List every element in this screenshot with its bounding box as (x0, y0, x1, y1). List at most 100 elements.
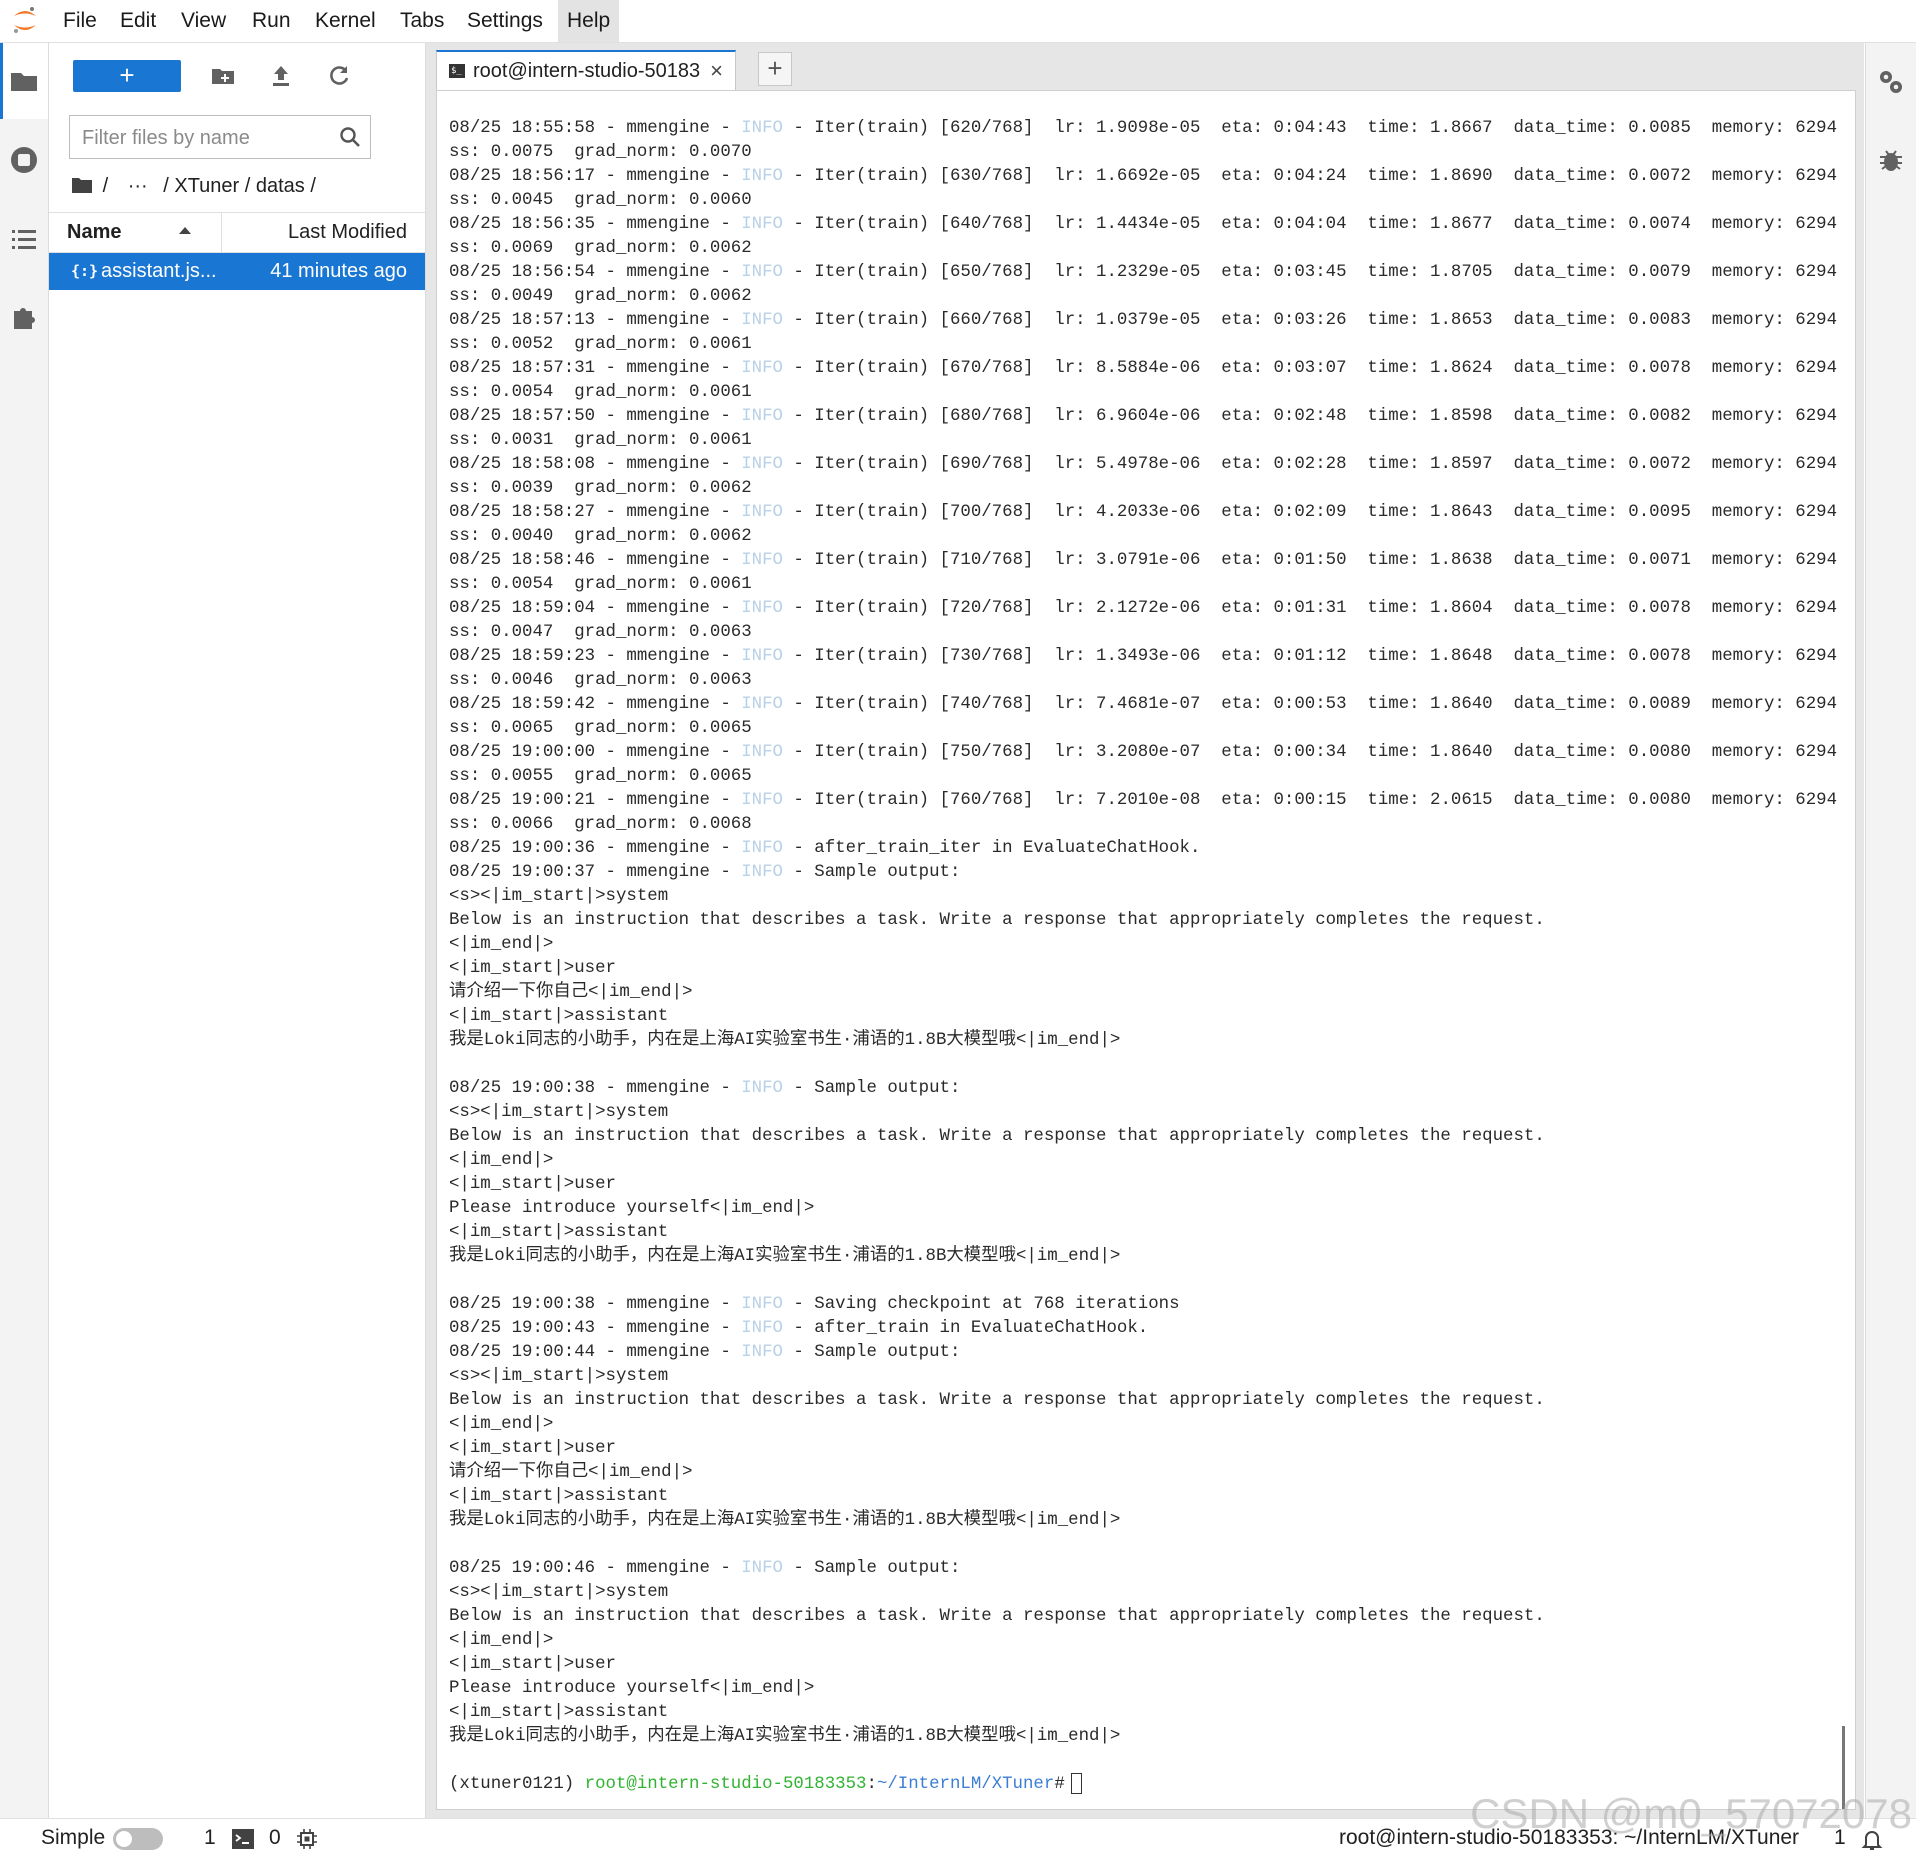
terminal-line: Please introduce yourself<|im_end|> (449, 1197, 1844, 1221)
extension-icon[interactable] (8, 301, 40, 333)
menu-kernel[interactable]: Kernel (306, 0, 385, 42)
log-message: - Iter(train) [710/768] lr: 3.0791e-06 e… (782, 551, 1844, 570)
terminal-log-line: 08/25 18:56:17 - mmengine - INFO - Iter(… (449, 165, 1844, 189)
main-dock-area: root@intern-studio-50183 × + 08/25 18:55… (426, 43, 1864, 1818)
property-inspector-gears-icon[interactable] (1876, 67, 1906, 97)
log-message: - Iter(train) [740/768] lr: 7.4681e-07 e… (782, 695, 1844, 714)
terminal-count[interactable]: 1 (204, 1819, 216, 1857)
log-message: - Iter(train) [680/768] lr: 6.9604e-06 e… (782, 407, 1844, 426)
search-icon (340, 127, 360, 147)
terminal-log-line-wrap: ss: 0.0054 grad_norm: 0.0061 (449, 573, 1844, 597)
terminal-line: <|im_end|> (449, 1413, 1844, 1437)
terminal-log-line: 08/25 18:56:54 - mmengine - INFO - Iter(… (449, 261, 1844, 285)
terminal-log-line: 08/25 19:00:43 - mmengine - INFO - after… (449, 1317, 1844, 1341)
log-level: INFO (741, 167, 783, 186)
terminal-text: Below is an instruction that describes a… (449, 911, 1545, 930)
terminal-text: <|im_start|>user (449, 1655, 616, 1674)
new-folder-icon[interactable] (209, 62, 237, 90)
menu-run[interactable]: Run (243, 0, 300, 42)
breadcrumb-path[interactable]: / XTuner / datas / (163, 175, 316, 197)
menu-help[interactable]: Help (558, 0, 620, 42)
terminal-log-line-wrap: ss: 0.0075 grad_norm: 0.0070 (449, 141, 1844, 165)
log-message: - Iter(train) [650/768] lr: 1.2329e-05 e… (782, 263, 1844, 282)
log-prefix: 08/25 18:55:58 - mmengine - (449, 119, 742, 138)
menu-edit[interactable]: Edit (111, 0, 165, 42)
column-name-header[interactable]: Name (67, 213, 121, 252)
terminal-log-line-wrap: ss: 0.0046 grad_norm: 0.0063 (449, 669, 1844, 693)
menu-tabs[interactable]: Tabs (391, 0, 453, 42)
terminal-status-icon[interactable] (232, 1829, 254, 1849)
add-tab-button[interactable]: + (758, 52, 792, 86)
tab-terminal[interactable]: root@intern-studio-50183 × (436, 50, 736, 90)
kernel-count[interactable]: 0 (269, 1819, 281, 1857)
terminal-log-line-wrap: ss: 0.0049 grad_norm: 0.0062 (449, 285, 1844, 309)
file-name: assistant.js... (101, 260, 217, 282)
log-message: - Sample output: (782, 1559, 961, 1578)
log-prefix: 08/25 19:00:44 - mmengine - (449, 1343, 742, 1362)
log-message: - after_train in EvaluateChatHook. (782, 1319, 1149, 1338)
simple-mode-toggle[interactable] (113, 1828, 163, 1850)
breadcrumb-root[interactable]: / (103, 175, 109, 197)
log-continuation: ss: 0.0045 grad_norm: 0.0060 (449, 191, 752, 210)
file-filter (69, 115, 371, 160)
terminal-panel[interactable]: 08/25 18:55:58 - mmengine - INFO - Iter(… (436, 90, 1856, 1810)
close-icon[interactable]: × (710, 52, 723, 90)
sort-ascending-icon (179, 227, 191, 234)
json-file-icon: {:} (71, 262, 99, 280)
log-prefix: 08/25 19:00:43 - mmengine - (449, 1319, 742, 1338)
running-icon[interactable] (8, 144, 40, 176)
log-prefix: 08/25 18:56:54 - mmengine - (449, 263, 742, 282)
terminal-line: <|im_start|>user (449, 1437, 1844, 1461)
log-prefix: 08/25 19:00:38 - mmengine - (449, 1079, 742, 1098)
terminal-log-line: 08/25 18:57:50 - mmengine - INFO - Iter(… (449, 405, 1844, 429)
menu-view[interactable]: View (172, 0, 235, 42)
debugger-bug-icon[interactable] (1876, 145, 1906, 175)
log-message: - Iter(train) [720/768] lr: 2.1272e-06 e… (782, 599, 1844, 618)
log-prefix: 08/25 18:58:08 - mmengine - (449, 455, 742, 474)
terminal-log-line: 08/25 19:00:46 - mmengine - INFO - Sampl… (449, 1557, 1844, 1581)
file-browser: + / ··· / XTuner / datas / Name Last Mod… (49, 43, 426, 1818)
column-divider[interactable] (221, 213, 222, 252)
log-level: INFO (741, 503, 783, 522)
terminal-log-line-wrap: ss: 0.0066 grad_norm: 0.0068 (449, 813, 1844, 837)
terminal-text: <s><|im_start|>system (449, 1583, 669, 1602)
terminal-line: <|im_start|>user (449, 957, 1844, 981)
terminal-log-line-wrap: ss: 0.0054 grad_norm: 0.0061 (449, 381, 1844, 405)
menu-file[interactable]: File (54, 0, 106, 42)
folder-icon[interactable] (8, 65, 40, 97)
menu-bar: File Edit View Run Kernel Tabs Settings … (0, 0, 1916, 43)
log-message: - after_train_iter in EvaluateChatHook. (782, 839, 1201, 858)
log-level: INFO (741, 1079, 783, 1098)
log-level: INFO (741, 647, 783, 666)
terminal-log-line-wrap: ss: 0.0031 grad_norm: 0.0061 (449, 429, 1844, 453)
terminal-cursor[interactable] (1070, 1773, 1082, 1794)
menu-settings[interactable]: Settings (458, 0, 552, 42)
prompt-user: root@intern-studio-50183353 (584, 1775, 867, 1795)
terminal-log-line: 08/25 19:00:00 - mmengine - INFO - Iter(… (449, 741, 1844, 765)
kernel-status-icon[interactable] (296, 1828, 318, 1850)
log-prefix: 08/25 18:59:42 - mmengine - (449, 695, 742, 714)
terminal-log-line: 08/25 18:59:42 - mmengine - INFO - Iter(… (449, 693, 1844, 717)
terminal-line: <s><|im_start|>system (449, 1365, 1844, 1389)
breadcrumb-ellipsis[interactable]: ··· (128, 175, 148, 197)
log-message: - Iter(train) [760/768] lr: 7.2010e-08 e… (782, 791, 1844, 810)
refresh-icon[interactable] (325, 62, 353, 90)
log-level: INFO (741, 551, 783, 570)
terminal-log-line: 08/25 19:00:38 - mmengine - INFO - Savin… (449, 1293, 1844, 1317)
table-of-contents-icon[interactable] (8, 223, 40, 255)
log-prefix: 08/25 18:58:27 - mmengine - (449, 503, 742, 522)
new-launcher-button[interactable]: + (73, 60, 181, 92)
terminal-text: <s><|im_start|>system (449, 1367, 669, 1386)
log-continuation: ss: 0.0054 grad_norm: 0.0061 (449, 575, 752, 594)
terminal-text: <|im_end|> (449, 935, 554, 954)
file-list-item[interactable]: {:} assistant.js... 41 minutes ago (49, 253, 425, 290)
log-continuation: ss: 0.0065 grad_norm: 0.0065 (449, 719, 752, 738)
upload-icon[interactable] (267, 62, 295, 90)
file-filter-input[interactable] (70, 116, 334, 160)
home-folder-icon[interactable] (71, 176, 93, 194)
log-level: INFO (741, 119, 783, 138)
column-modified-header[interactable]: Last Modified (288, 213, 407, 252)
terminal-line: <|im_end|> (449, 1629, 1844, 1653)
log-message: - Iter(train) [630/768] lr: 1.6692e-05 e… (782, 167, 1844, 186)
log-prefix: 08/25 19:00:21 - mmengine - (449, 791, 742, 810)
